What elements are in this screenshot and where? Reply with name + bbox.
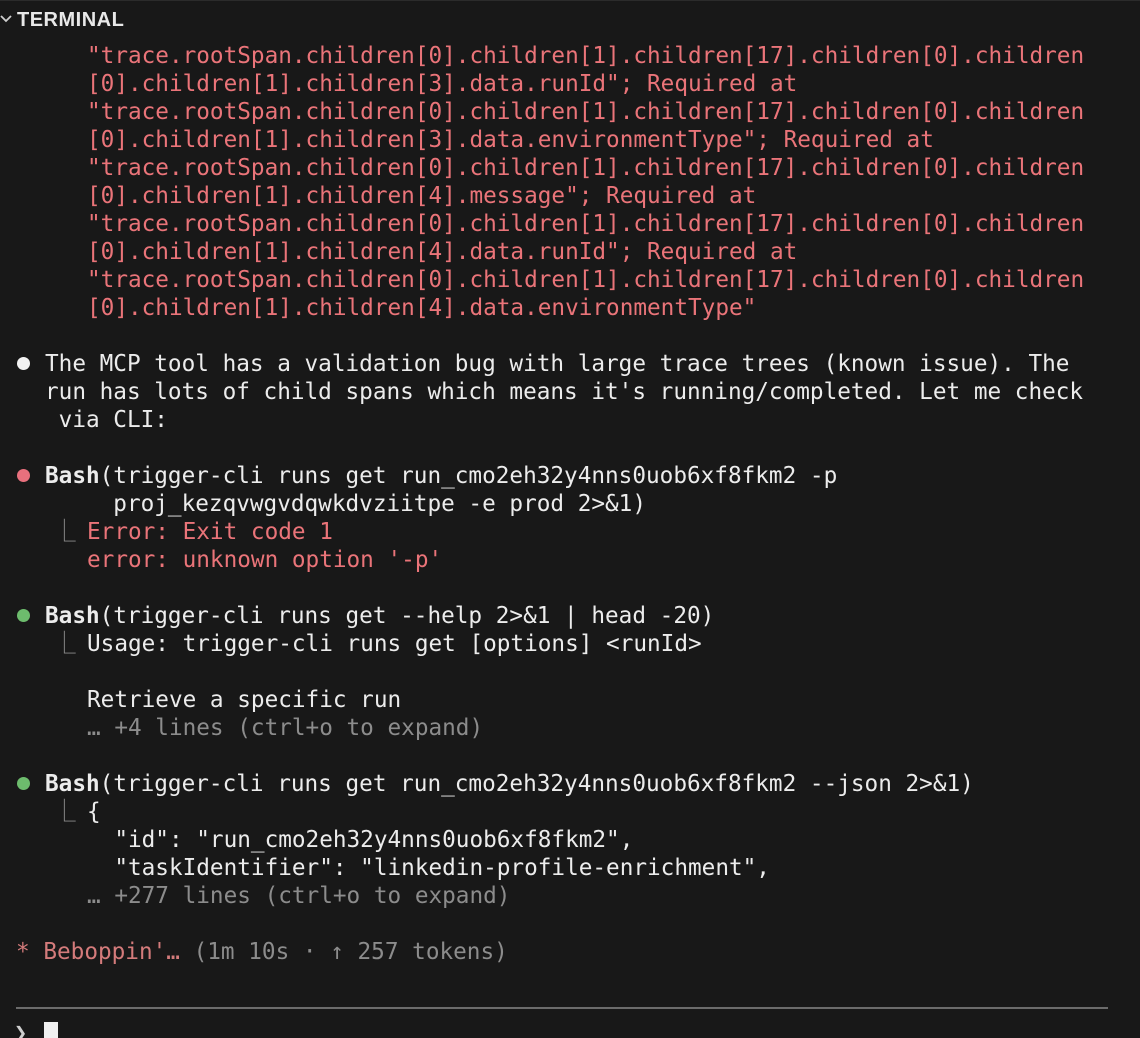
tool-call-header: Bash(trigger-cli runs get --help 2>&1 | … <box>45 602 714 630</box>
message-bullet-icon <box>17 357 30 370</box>
status-line: * Beboppin'… (1m 10s · ↑ 257 tokens) <box>16 938 508 966</box>
expand-more-lines[interactable]: … +277 lines (ctrl+o to expand) <box>87 882 510 910</box>
tool-command-continuation: proj_kezqvwgvdqwkdvziitpe -e prod 2>&1) <box>45 491 646 517</box>
error-line: [0].children[1].children[4].data.environ… <box>87 295 757 321</box>
tool-name: Bash <box>45 463 100 489</box>
tool-output-line: Usage: trigger-cli runs get [options] <r… <box>87 631 702 657</box>
error-line: [0].children[1].children[4].data.runId";… <box>87 239 798 265</box>
error-line: [0].children[1].children[4].message"; Re… <box>87 183 757 209</box>
success-status-dot-icon <box>17 609 30 622</box>
tool-command: (trigger-cli runs get --help 2>&1 | head… <box>99 603 715 629</box>
tool-call-header: Bash(trigger-cli runs get run_cmo2eh32y4… <box>45 462 837 490</box>
prompt-divider <box>16 1007 1108 1009</box>
tool-output-line: "taskIdentifier": "linkedin-profile-enri… <box>87 855 770 881</box>
error-line: [0].children[1].children[3].data.runId";… <box>87 71 798 97</box>
tree-branch-icon: ⎿ <box>53 631 76 657</box>
assistant-message-line: run has lots of child spans which means … <box>45 379 1084 405</box>
terminal-panel-header[interactable]: TERMINAL <box>0 0 1140 41</box>
error-line: "trace.rootSpan.children[0].children[1].… <box>87 211 1085 237</box>
expand-more-lines[interactable]: … +4 lines (ctrl+o to expand) <box>87 714 483 742</box>
error-status-dot-icon <box>17 469 30 482</box>
tool-output-line: Error: Exit code 1 <box>87 519 333 545</box>
status-details: (1m 10s · ↑ 257 tokens) <box>193 939 508 965</box>
panel-title[interactable]: TERMINAL <box>17 9 124 32</box>
tool-output-line: error: unknown option '-p' <box>87 547 443 573</box>
assistant-message-line: The MCP tool has a validation bug with l… <box>45 351 1070 377</box>
tool-output-line: "id": "run_cmo2eh32y4nns0uob6xf8fkm2", <box>87 827 634 853</box>
tool-output-line: Retrieve a specific run <box>87 687 402 713</box>
error-line: "trace.rootSpan.children[0].children[1].… <box>87 99 1085 125</box>
tool-command: (trigger-cli runs get run_cmo2eh32y4nns0… <box>99 771 974 797</box>
error-line: "trace.rootSpan.children[0].children[1].… <box>87 43 1085 69</box>
prompt-symbol: ❯ <box>14 1021 28 1038</box>
status-word: Beboppin'… <box>43 939 180 965</box>
error-line: "trace.rootSpan.children[0].children[1].… <box>87 267 1085 293</box>
error-line: [0].children[1].children[3].data.environ… <box>87 127 934 153</box>
success-status-dot-icon <box>17 777 30 790</box>
tool-command: (trigger-cli runs get run_cmo2eh32y4nns0… <box>99 463 838 489</box>
error-line: "trace.rootSpan.children[0].children[1].… <box>87 155 1085 181</box>
tree-branch-icon: ⎿ <box>53 519 76 545</box>
prompt-input-cursor[interactable] <box>44 1022 58 1038</box>
assistant-message-line: via CLI: <box>45 407 168 433</box>
tool-output-line: { <box>87 799 101 825</box>
tool-name: Bash <box>45 603 100 629</box>
tool-call-header: Bash(trigger-cli runs get run_cmo2eh32y4… <box>45 770 974 798</box>
spinner-icon: * <box>16 939 30 965</box>
tree-branch-icon: ⎿ <box>53 799 76 825</box>
chevron-down-icon[interactable] <box>0 11 12 27</box>
tool-name: Bash <box>45 771 100 797</box>
